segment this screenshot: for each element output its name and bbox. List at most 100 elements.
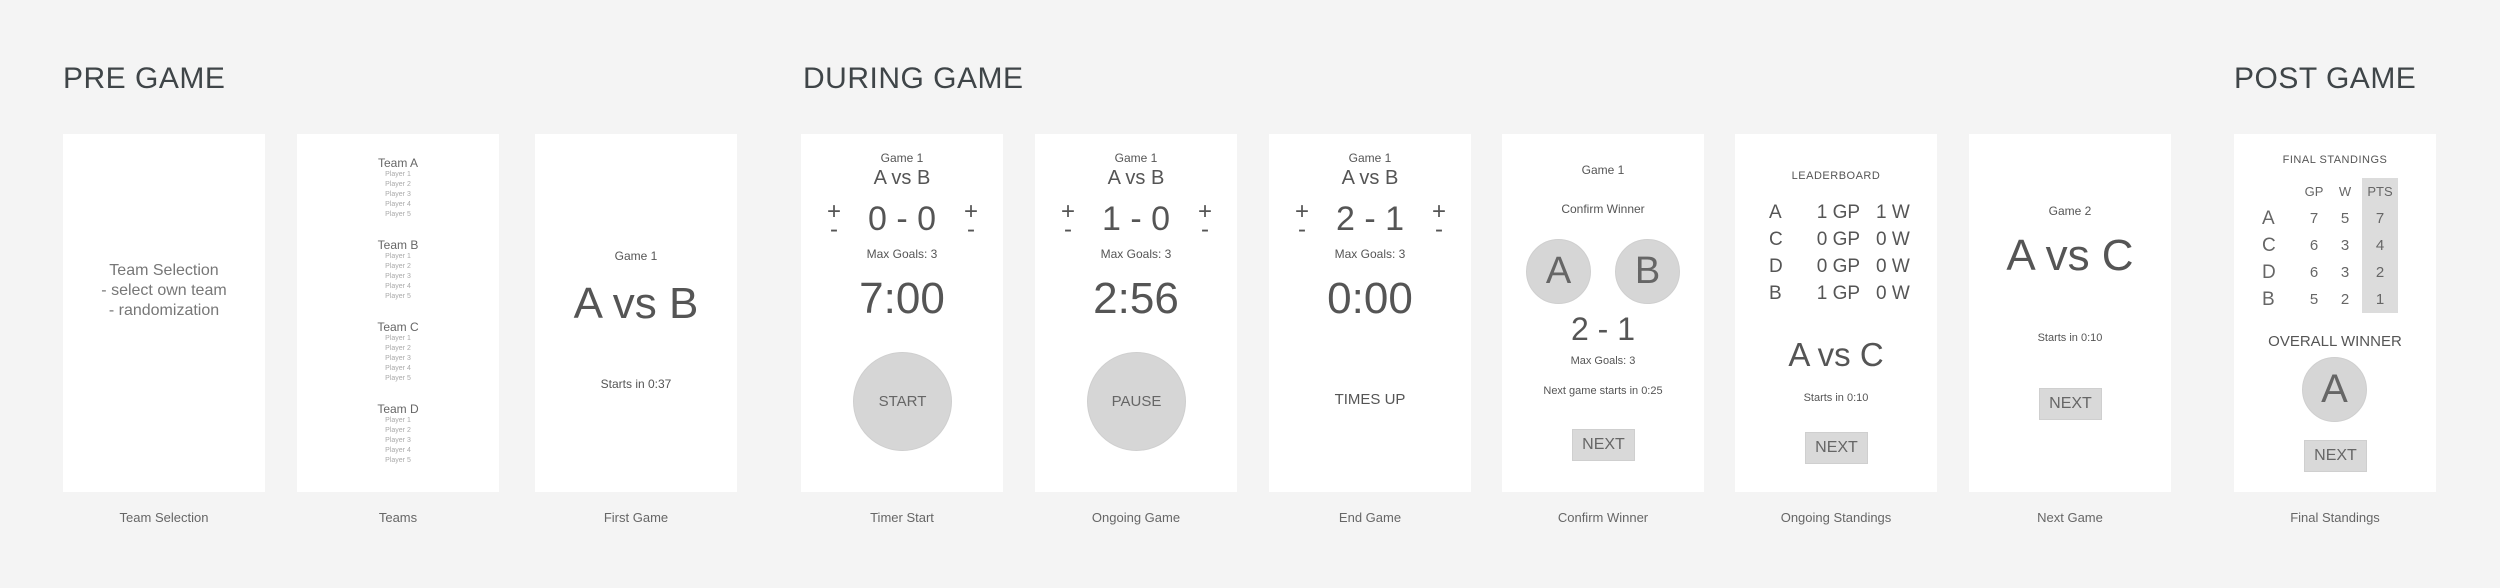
team-a-winner-button[interactable]: A [1526, 239, 1591, 304]
max-goals: Max Goals: 3 [1334, 247, 1406, 261]
player-name: Player 4 [385, 283, 411, 290]
player-name: Player 1 [385, 335, 411, 342]
column-header-gp: GP [2304, 184, 2324, 199]
team-name: Team C [377, 320, 419, 334]
gp-cell: 0 GP [1816, 228, 1861, 250]
start-button[interactable]: START [853, 352, 952, 451]
team-cell: C [2262, 234, 2276, 256]
timer: 0:00 [1327, 274, 1413, 323]
timer-start-screen: Game 1 A vs B + - 0 - 0 + - Max Goals: 3… [801, 134, 1003, 492]
player-name: Player 5 [385, 457, 411, 464]
end-game-screen: Game 1 A vs B + - 2 - 1 + - Max Goals: 3… [1269, 134, 1471, 492]
wins-cell: 3 [2340, 264, 2350, 281]
team-b-score-adjust[interactable]: + - [1195, 200, 1215, 242]
team-cell: C [1769, 228, 1783, 250]
team-b-score-adjust[interactable]: + - [961, 200, 981, 242]
pre-game-title: PRE GAME [63, 62, 226, 95]
teams-screen: Team A Player 1 Player 2 Player 3 Player… [297, 134, 499, 492]
team-block: Team B Player 1 Player 2 Player 3 Player… [297, 238, 499, 302]
starts-countdown: Starts in 0:37 [600, 377, 672, 391]
matchup: A vs C [2006, 231, 2134, 280]
player-name: Player 1 [385, 171, 411, 178]
player-name: Player 4 [385, 447, 411, 454]
matchup: A vs C [1788, 336, 1884, 373]
game-label: Game 1 [1348, 151, 1392, 165]
timer-start-caption: Timer Start [870, 510, 934, 525]
leaderboard-row: C 0 GP 0 W [1763, 226, 1916, 253]
teams-caption: Teams [378, 510, 418, 525]
pause-button[interactable]: PAUSE [1087, 352, 1186, 451]
team-cell: A [1769, 201, 1782, 223]
ongoing-standings-screen: LEADERBOARD A 1 GP 1 W C 0 GP 0 W D 0 GP… [1735, 134, 1937, 492]
ongoing-game-screen: Game 1 A vs B + - 1 - 0 + - Max Goals: 3… [1035, 134, 1237, 492]
confirm-winner-caption: Confirm Winner [1557, 510, 1649, 525]
game-label: Game 1 [614, 249, 658, 263]
next-button[interactable]: NEXT [2039, 388, 2102, 420]
player-name: Player 2 [385, 345, 411, 352]
gp-cell: 6 [2309, 237, 2319, 254]
gp-cell: 1 GP [1816, 282, 1861, 304]
player-name: Player 5 [385, 293, 411, 300]
game-label: Game 1 [1114, 151, 1158, 165]
times-up-status: TIMES UP [1334, 391, 1406, 408]
column-header [2262, 178, 2300, 205]
points-cell: 4 [2362, 232, 2398, 259]
points-cell: 1 [2362, 286, 2398, 313]
player-name: Player 1 [385, 417, 411, 424]
matchup: A vs B [873, 167, 931, 189]
player-name: Player 3 [385, 355, 411, 362]
winner-badge: A [2302, 357, 2367, 422]
next-button[interactable]: NEXT [2304, 440, 2367, 472]
player-name: Player 5 [385, 375, 411, 382]
next-button[interactable]: NEXT [1572, 429, 1635, 461]
next-game-caption: Next Game [2037, 510, 2103, 525]
leaderboard-table: A 1 GP 1 W C 0 GP 0 W D 0 GP 0 W B 1 GP … [1763, 199, 1916, 307]
leaderboard-row: A 1 GP 1 W [1763, 199, 1916, 226]
matchup: A vs B [573, 279, 699, 328]
final-standings-table: GP W PTS A 7 5 7 C 6 3 4 D 6 3 2 B 5 2 1 [2262, 178, 2398, 313]
game-label: Game 2 [2048, 204, 2092, 218]
first-game-caption: First Game [603, 510, 669, 525]
gp-cell: 0 GP [1816, 255, 1861, 277]
team-b-winner-button[interactable]: B [1615, 239, 1680, 304]
player-name: Player 5 [385, 211, 411, 218]
team-selection-line: - randomization [108, 302, 220, 319]
team-selection-line: - select own team [101, 282, 227, 299]
ongoing-standings-caption: Ongoing Standings [1780, 510, 1892, 525]
first-game-screen: Game 1 A vs B Starts in 0:37 [535, 134, 737, 492]
max-goals: Max Goals: 3 [1570, 355, 1636, 367]
starts-countdown: Starts in 0:10 [1803, 392, 1869, 404]
ongoing-game-caption: Ongoing Game [1091, 510, 1181, 525]
matchup: A vs B [1341, 167, 1399, 189]
next-game-countdown: Next game starts in 0:25 [1543, 385, 1663, 397]
player-name: Player 4 [385, 201, 411, 208]
gp-cell: 5 [2309, 291, 2319, 308]
table-header-row: GP W PTS [2262, 178, 2398, 205]
game-label: Game 1 [1581, 163, 1625, 177]
game-label: Game 1 [880, 151, 924, 165]
wins-cell: 0 W [1876, 282, 1910, 304]
score: 2 - 1 [1570, 311, 1636, 347]
table-row: B 5 2 1 [2262, 286, 2398, 313]
team-block: Team D Player 1 Player 2 Player 3 Player… [297, 402, 499, 466]
team-block: Team A Player 1 Player 2 Player 3 Player… [297, 156, 499, 220]
player-name: Player 4 [385, 365, 411, 372]
wins-cell: 0 W [1876, 255, 1910, 277]
leaderboard-title: LEADERBOARD [1791, 170, 1881, 182]
player-name: Player 2 [385, 181, 411, 188]
next-button[interactable]: NEXT [1805, 432, 1868, 464]
gp-cell: 7 [2309, 210, 2319, 227]
column-header-pts: PTS [2362, 178, 2398, 205]
team-name: Team B [377, 238, 419, 252]
final-standings-title: FINAL STANDINGS [2282, 154, 2388, 166]
team-selection-caption: Team Selection [119, 510, 209, 525]
next-game-screen: Game 2 A vs C Starts in 0:10 NEXT [1969, 134, 2171, 492]
confirm-prompt: Confirm Winner [1561, 202, 1645, 216]
team-cell: B [2262, 288, 2275, 310]
player-name: Player 3 [385, 273, 411, 280]
team-cell: D [1769, 255, 1783, 277]
points-cell: 7 [2362, 205, 2398, 232]
team-b-score-adjust[interactable]: + - [1429, 200, 1449, 242]
player-name: Player 3 [385, 437, 411, 444]
leaderboard-row: D 0 GP 0 W [1763, 253, 1916, 280]
